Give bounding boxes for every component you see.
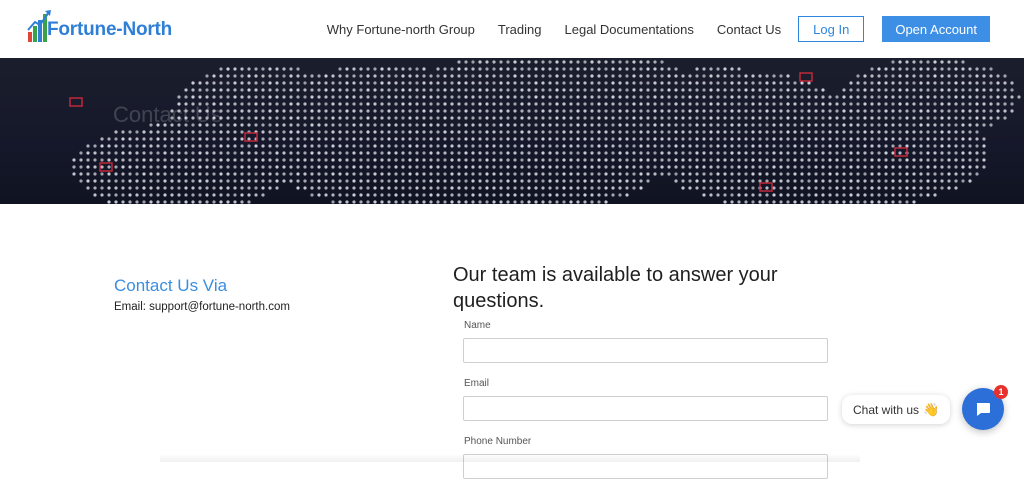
name-label: Name — [464, 320, 491, 331]
chat-prompt-bubble[interactable]: Chat with us 👋 — [842, 395, 951, 424]
chat-icon — [976, 403, 990, 416]
main-nav: Why Fortune-north Group Trading Legal Do… — [304, 0, 990, 58]
waving-hand-icon: 👋 — [923, 401, 940, 417]
brand-name: Fortune-North — [47, 19, 173, 40]
contact-via-heading: Contact Us Via — [114, 276, 228, 295]
chat-prompt-text: Chat with us — [853, 402, 920, 417]
site-header: Fortune-North Why Fortune-north Group Tr… — [0, 0, 1024, 58]
login-button[interactable]: Log In — [798, 16, 865, 42]
open-account-button[interactable]: Open Account — [882, 16, 990, 42]
chat-unread-badge: 1 — [994, 385, 1008, 399]
nav-why-fortune-north[interactable]: Why Fortune-north Group — [327, 22, 475, 37]
page-bottom-shadow — [160, 454, 860, 462]
hero-title: Contact Us — [113, 102, 222, 127]
form-heading: Our team is available to answer your que… — [453, 264, 778, 312]
world-map-dots-image — [69, 60, 1021, 204]
email-label: Email — [464, 378, 490, 389]
email-input[interactable] — [463, 396, 828, 421]
name-input[interactable] — [463, 338, 828, 363]
support-email[interactable]: Email: support@fortune-north.com — [114, 301, 290, 313]
nav-trading[interactable]: Trading — [498, 22, 542, 37]
brand-logo[interactable]: Fortune-North — [27, 8, 172, 48]
phone-label: Phone Number — [464, 436, 532, 447]
nav-legal-documentations[interactable]: Legal Documentations — [565, 22, 694, 37]
hero-banner: Contact Us — [0, 58, 1024, 204]
nav-contact-us[interactable]: Contact Us — [717, 22, 781, 37]
